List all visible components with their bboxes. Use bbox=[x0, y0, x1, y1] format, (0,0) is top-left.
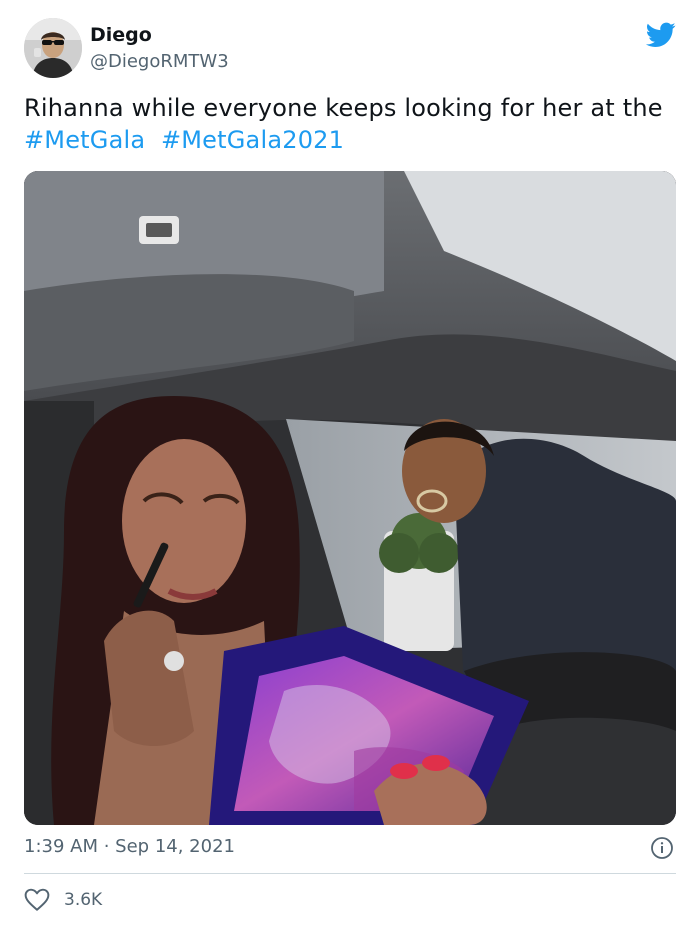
tweet-timestamp[interactable]: 1:39 AM · Sep 14, 2021 bbox=[24, 836, 235, 857]
tweet-time: 1:39 AM bbox=[24, 836, 98, 857]
tweet-media-photo[interactable] bbox=[24, 171, 676, 825]
hashtag-metgala2021[interactable]: #MetGala2021 bbox=[161, 126, 344, 154]
like-button[interactable]: 3.6K bbox=[24, 888, 102, 912]
author-handle[interactable]: @DiegoRMTW3 bbox=[90, 51, 229, 72]
divider bbox=[24, 873, 676, 874]
car-interior-photo bbox=[24, 171, 676, 825]
avatar[interactable] bbox=[24, 18, 82, 78]
twitter-bird-icon[interactable] bbox=[646, 22, 676, 48]
info-icon[interactable] bbox=[650, 836, 674, 860]
avatar-image bbox=[24, 18, 82, 78]
heart-icon bbox=[24, 888, 50, 911]
hashtag-metgala[interactable]: #MetGala bbox=[24, 126, 145, 154]
like-count: 3.6K bbox=[64, 890, 103, 910]
tweet-text: Rihanna while everyone keeps looking for… bbox=[24, 92, 664, 156]
tweet-header: Diego @DiegoRMTW3 bbox=[24, 18, 676, 80]
tweet-text-body: Rihanna while everyone keeps looking for… bbox=[24, 94, 663, 122]
meta-separator: · bbox=[98, 836, 116, 857]
author-name[interactable]: Diego bbox=[90, 24, 152, 46]
tweet-date: Sep 14, 2021 bbox=[115, 836, 235, 857]
tweet-card: Diego @DiegoRMTW3 Rihanna while everyone… bbox=[0, 0, 700, 927]
